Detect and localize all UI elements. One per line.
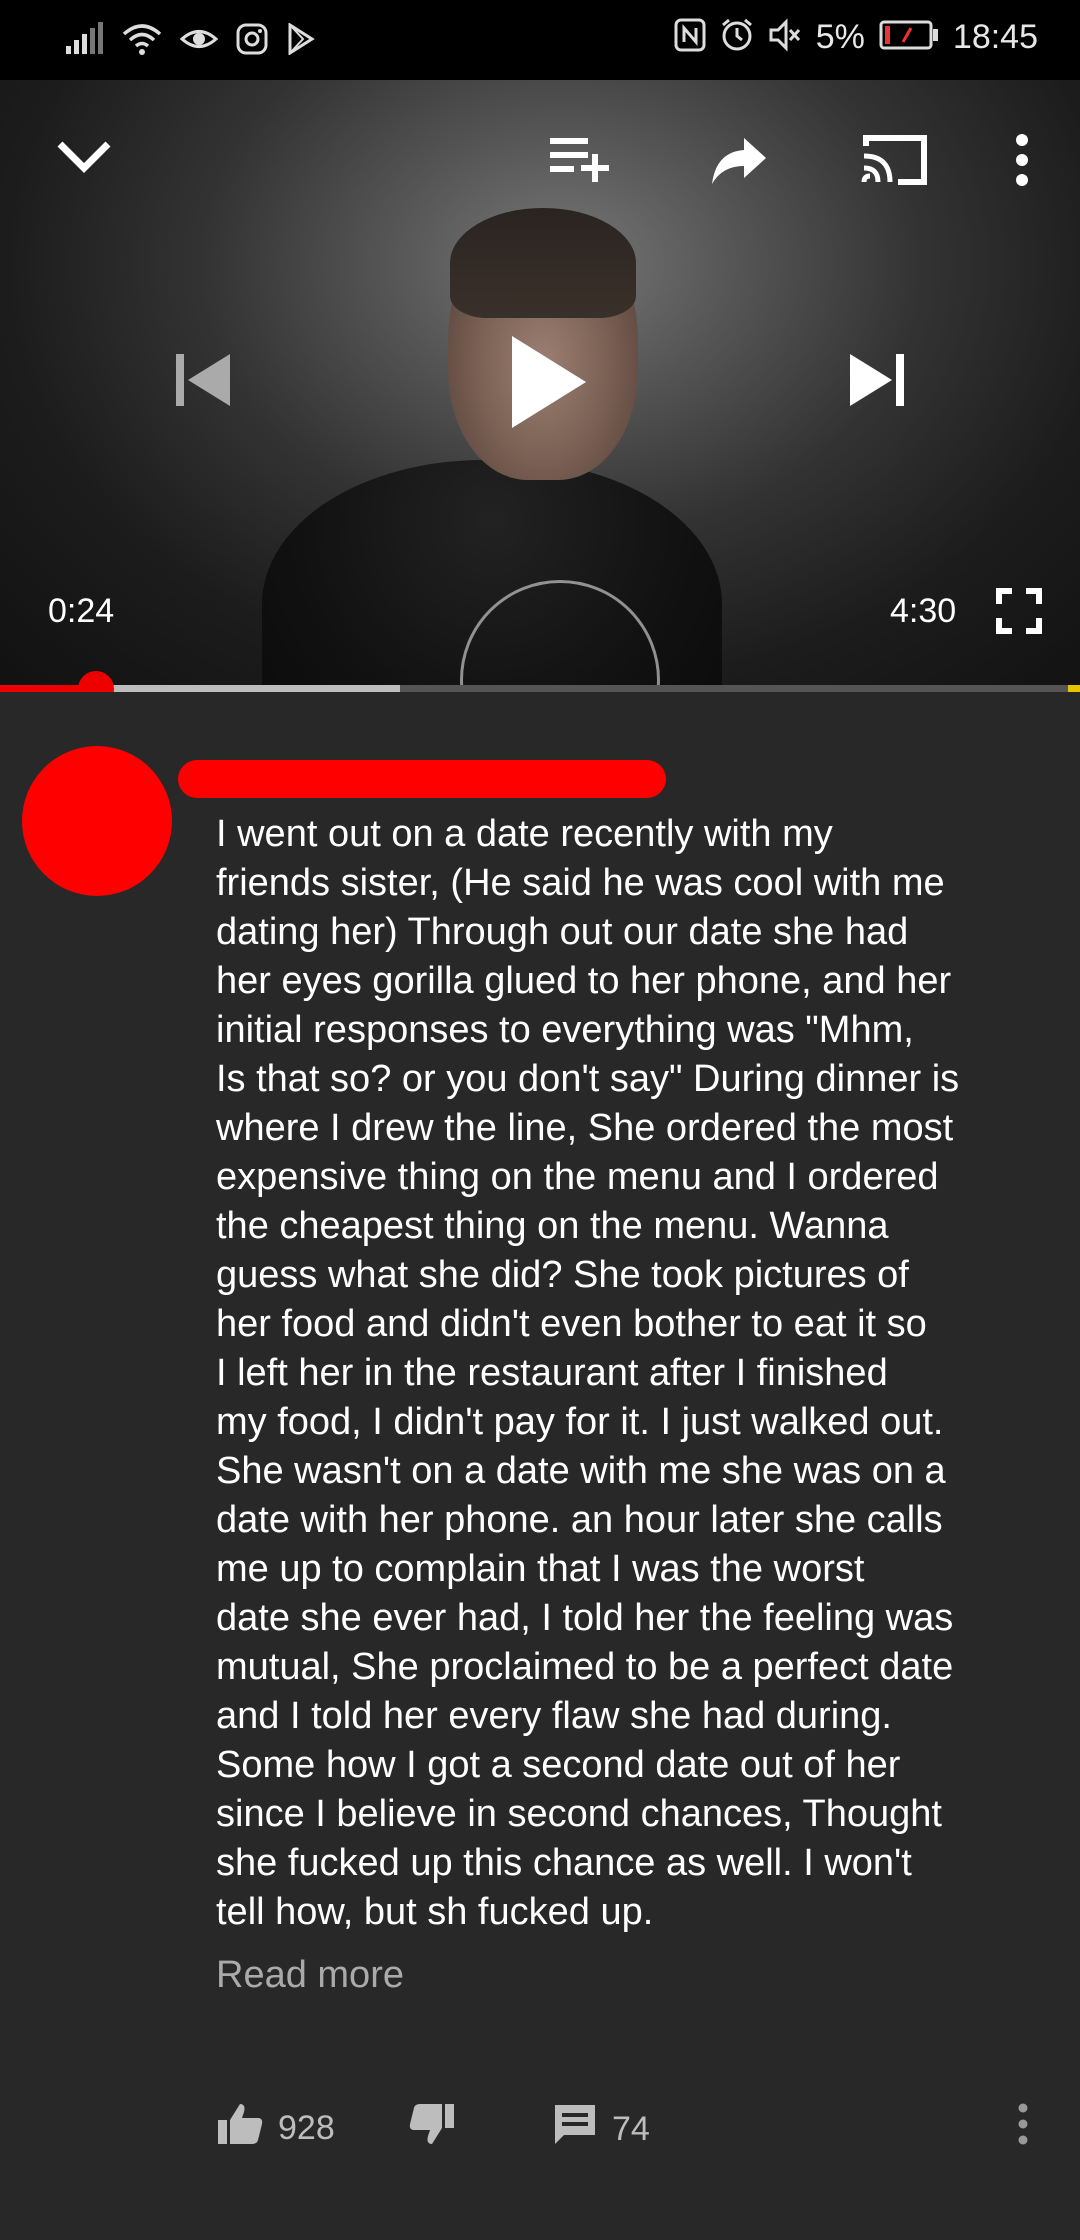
reply-count: 74 [612, 2110, 650, 2148]
add-to-playlist-icon[interactable] [548, 134, 612, 189]
comment-card: I went out on a date recently with my fr… [0, 692, 1080, 2240]
previous-icon[interactable] [172, 352, 234, 413]
like-count: 928 [278, 2109, 335, 2147]
total-time: 4:30 [890, 592, 957, 630]
signal-icon [64, 22, 104, 61]
clock-time: 18:45 [952, 18, 1038, 56]
play-store-icon [286, 22, 316, 60]
play-icon[interactable] [508, 332, 590, 437]
fullscreen-icon[interactable] [996, 588, 1042, 639]
battery-icon [879, 20, 939, 55]
collapse-icon[interactable] [56, 136, 112, 181]
dislike-button[interactable] [408, 2102, 456, 2155]
more-vert-icon[interactable] [1012, 132, 1032, 193]
progress-scrubber-handle[interactable] [78, 671, 115, 692]
comment-text: I went out on a date recently with my fr… [216, 813, 960, 1933]
cast-icon[interactable] [858, 130, 930, 195]
comment-more-button[interactable] [1016, 2102, 1030, 2155]
comment-actions: 928 74 [0, 2102, 1080, 2182]
current-time: 0:24 [48, 592, 115, 630]
avatar[interactable] [22, 746, 172, 896]
mute-icon [768, 18, 802, 57]
share-icon[interactable] [710, 136, 768, 191]
eye-icon [179, 22, 219, 61]
progress-end-marker [1068, 685, 1080, 692]
thumbs-down-icon [408, 2102, 456, 2155]
wifi-icon [122, 22, 162, 61]
comment-icon [552, 2102, 598, 2157]
next-icon[interactable] [846, 352, 908, 413]
status-bar: 5% 18:45 [0, 0, 1080, 80]
video-person-hair [450, 208, 636, 318]
like-button[interactable]: 928 [216, 2102, 335, 2155]
reply-button[interactable]: 74 [552, 2102, 650, 2157]
more-vert-icon [1016, 2102, 1030, 2155]
video-player[interactable]: 0:24 4:30 [0, 80, 1080, 692]
progress-bar[interactable] [0, 671, 1080, 692]
instagram-icon [236, 23, 268, 60]
thumbs-up-icon [216, 2102, 264, 2155]
alarm-icon [720, 18, 754, 57]
battery-percent: 5% [815, 18, 865, 56]
author-name-redacted [178, 760, 666, 798]
read-more-link[interactable]: Read more [216, 1954, 404, 1997]
nfc-icon [674, 18, 706, 57]
